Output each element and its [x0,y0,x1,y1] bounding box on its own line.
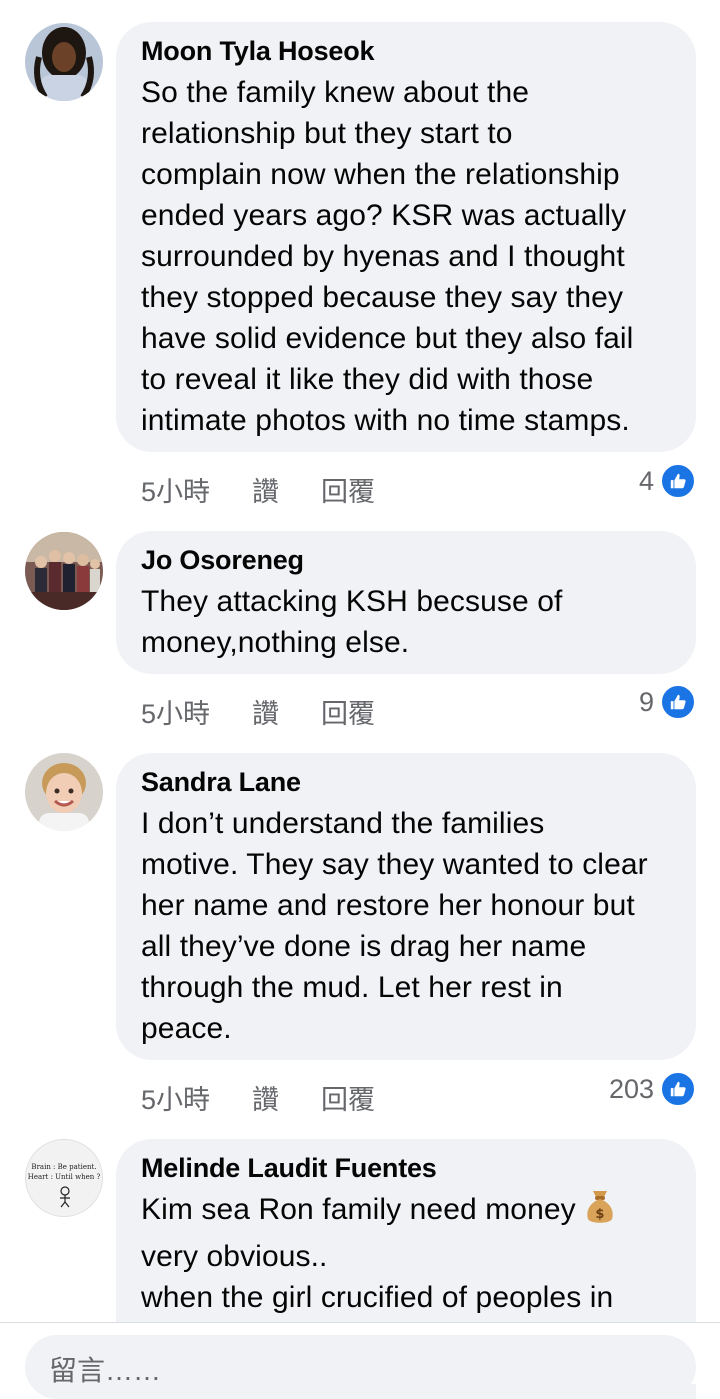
comment-input[interactable]: 留言…… [25,1335,696,1399]
like-count: 9 [638,686,654,717]
comment-input-placeholder: 留言…… [49,1355,162,1386]
thumbs-up-icon [660,1071,696,1107]
comment-bubble: Jo Osoreneg They attacking KSH becsuse o… [116,531,696,674]
reaction-count[interactable]: 9 [639,684,696,720]
comment-text-line: Kim sea Ron family need money [141,1193,576,1226]
reply-button[interactable]: 回覆 [321,1078,375,1117]
like-count: 203 [608,1073,654,1104]
like-button[interactable]: 讚 [252,470,279,509]
comment-bubble: Sandra Lane I don’t understand the famil… [116,753,696,1060]
reaction-count[interactable]: 4 [639,463,696,499]
reply-button[interactable]: 回覆 [321,692,375,731]
avatar[interactable] [25,532,103,610]
comment-text: Kim sea Ron family need money $ very obvi… [141,1189,672,1318]
like-count: 4 [638,465,654,496]
comment-author[interactable]: Melinde Laudit Fuentes [141,1151,672,1185]
comment-author[interactable]: Sandra Lane [141,765,672,799]
comment-text: They attacking KSH becsuse of money,noth… [141,585,563,659]
avatar-caption: Brain : Be patient. Heart : Until when ? [27,1163,101,1181]
comment-author[interactable]: Moon Tyla Hoseok [141,34,672,68]
money-bag-icon: $ [584,1189,616,1236]
comment-actions: 5小時 讚 回覆 [141,1078,417,1117]
comment-composer: 留言…… [0,1322,720,1399]
avatar[interactable] [25,23,103,101]
comment-time[interactable]: 5小時 [141,692,210,731]
comment-text: I don’t understand the families motive. … [141,807,648,1045]
reaction-count[interactable]: 203 [609,1071,696,1107]
comment-actions: 5小時 讚 回覆 [141,692,417,731]
comment-time[interactable]: 5小時 [141,470,210,509]
svg-text:$: $ [596,1207,605,1222]
thumbs-up-icon [660,684,696,720]
comment-time[interactable]: 5小時 [141,1078,210,1117]
comment-text-line: very obvious.. when the girl crucified o… [141,1240,614,1314]
comment-bubble: Moon Tyla Hoseok So the family knew abou… [116,22,696,452]
avatar[interactable] [25,753,103,831]
reply-button[interactable]: 回覆 [321,470,375,509]
comment-actions: 5小時 讚 回覆 [141,470,417,509]
avatar[interactable]: Brain : Be patient. Heart : Until when ? [25,1139,103,1217]
stick-figure-icon [60,1186,70,1208]
like-button[interactable]: 讚 [252,692,279,731]
thumbs-up-icon [660,463,696,499]
comment-text: So the family knew about the relationshi… [141,76,634,437]
like-button[interactable]: 讚 [252,1078,279,1117]
comment-author[interactable]: Jo Osoreneg [141,543,672,577]
